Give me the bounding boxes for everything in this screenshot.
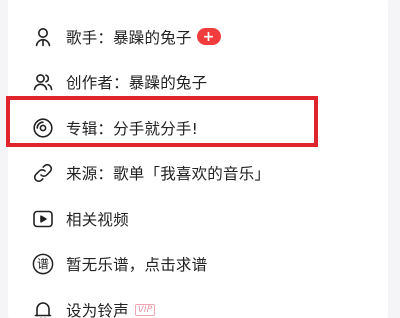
vip-badge: VIP <box>134 303 156 316</box>
menu-item-related-videos[interactable]: 相关视频 <box>8 196 388 242</box>
album-icon <box>30 115 56 141</box>
bell-icon <box>30 297 56 318</box>
menu-item-creators[interactable]: 创作者：暴躁的兔子 <box>8 60 388 106</box>
singer-icon <box>30 24 56 50</box>
menu-item-label: 相关视频 <box>66 210 129 229</box>
source-link-icon <box>30 160 56 186</box>
follow-singer-button[interactable]: + <box>196 28 221 46</box>
menu-item-source[interactable]: 来源：歌单「我喜欢的音乐」 <box>8 151 388 197</box>
menu-item-label: 歌手：暴躁的兔子 + <box>66 26 221 48</box>
menu-item-sheet-music[interactable]: 谱 暂无乐谱，点击求谱 <box>8 242 388 288</box>
menu-item-ringtone[interactable]: 设为铃声 VIP <box>8 287 388 318</box>
menu-item-singer[interactable]: 歌手：暴躁的兔子 + <box>8 14 388 60</box>
creators-icon <box>30 69 56 95</box>
video-icon <box>30 206 56 232</box>
menu-item-label: 设为铃声 VIP <box>66 299 156 318</box>
menu-item-album[interactable]: 专辑：分手就分手! <box>8 105 388 151</box>
menu-item-label: 专辑：分手就分手! <box>66 119 199 138</box>
menu-item-label: 暂无乐谱，点击求谱 <box>66 256 208 275</box>
svg-text:谱: 谱 <box>37 257 49 271</box>
menu-item-label: 创作者：暴躁的兔子 <box>66 74 208 93</box>
song-options-menu: 歌手：暴躁的兔子 + 创作者：暴躁的兔子 专辑：分手就分手! 来源：歌单「我喜欢… <box>8 14 388 318</box>
sheet-music-icon: 谱 <box>30 251 56 277</box>
menu-item-label: 来源：歌单「我喜欢的音乐」 <box>66 165 271 184</box>
